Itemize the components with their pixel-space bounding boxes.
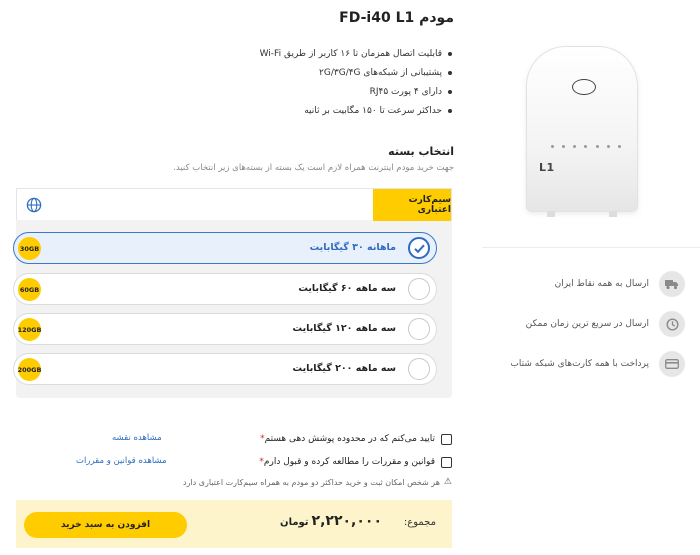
rules-agreement[interactable]: قوانین و مقررات را مطالعه کرده و قبول دا… bbox=[259, 454, 452, 470]
clock-icon bbox=[659, 311, 685, 337]
delivery-text: ارسال به همه نقاط ایران bbox=[554, 279, 649, 289]
divider bbox=[482, 247, 700, 248]
feature-item: دارای ۴ پورت RJ۴۵ bbox=[124, 83, 454, 102]
notice-text: هر شخص امکان ثبت و خرید حداکثر دو مودم ب… bbox=[182, 477, 440, 487]
checkout-bar: مجموع: ۲,۲۲۰,۰۰۰تومان افزودن به سبد خرید bbox=[16, 500, 452, 548]
coverage-text: تایید می‌کنم که در محدوده پوشش دهی هستم bbox=[264, 434, 435, 444]
package-label: سه ماهه ۲۰۰ گیگابایت bbox=[292, 363, 396, 374]
delivery-item: ارسال به همه نقاط ایران bbox=[500, 266, 685, 302]
warning-icon: ⚠ bbox=[443, 477, 452, 487]
add-to-cart-button[interactable]: افزودن به سبد خرید bbox=[24, 512, 187, 538]
model-mark: L1 bbox=[539, 161, 555, 174]
coverage-agreement[interactable]: تایید می‌کنم که در محدوده پوشش دهی هستم* bbox=[260, 431, 452, 447]
package-tabbar: سیم‌کارت اعتباری bbox=[16, 188, 452, 221]
view-rules-link[interactable]: مشاهده قوانین و مقررات bbox=[76, 456, 167, 466]
total-label: مجموع: bbox=[403, 517, 436, 528]
package-option[interactable]: سه ماهه ۱۲۰ گیگابایت 120GB bbox=[13, 313, 437, 345]
total-amount: ۲,۲۲۰,۰۰۰ bbox=[311, 513, 382, 529]
truck-icon bbox=[659, 271, 685, 297]
currency-label: تومان bbox=[280, 517, 309, 528]
purchase-limit-notice: ⚠ هر شخص امکان ثبت و خرید حداکثر دو مودم… bbox=[183, 477, 452, 487]
product-image: L1 bbox=[526, 46, 638, 217]
rules-text: قوانین و مقررات را مطالعه کرده و قبول دا… bbox=[263, 457, 435, 467]
product-title: مودم FD-i40 L1 bbox=[339, 10, 454, 26]
feature-list: قابلیت اتصال همزمان تا ۱۶ کاربر از طریق … bbox=[124, 45, 454, 121]
package-label: سه ماهه ۱۲۰ گیگابایت bbox=[292, 323, 396, 334]
status-leds bbox=[551, 145, 621, 148]
package-label: ماهانه ۳۰ گیگابایت bbox=[309, 242, 396, 253]
package-section-title: انتخاب بسته bbox=[388, 145, 454, 158]
delivery-item: ارسال در سریع ترین زمان ممکن bbox=[500, 306, 685, 342]
globe-icon[interactable] bbox=[26, 197, 42, 213]
brand-logo bbox=[572, 79, 596, 95]
radio-button[interactable] bbox=[408, 278, 430, 300]
delivery-item: پرداخت با همه کارت‌های شبکه شتاب bbox=[500, 346, 685, 382]
feature-item: قابلیت اتصال همزمان تا ۱۶ کاربر از طریق … bbox=[124, 45, 454, 64]
package-size-badge: 200GB bbox=[18, 358, 41, 381]
delivery-text: ارسال در سریع ترین زمان ممکن bbox=[525, 319, 649, 329]
package-size-badge: 30GB bbox=[18, 237, 41, 260]
view-map-link[interactable]: مشاهده نقشه bbox=[112, 433, 162, 443]
card-icon bbox=[659, 351, 685, 377]
package-option[interactable]: ماهانه ۳۰ گیگابایت 30GB bbox=[13, 232, 437, 264]
package-label: سه ماهه ۶۰ گیگابایت bbox=[298, 283, 396, 294]
package-option[interactable]: سه ماهه ۲۰۰ گیگابایت 200GB bbox=[13, 353, 437, 385]
tab-prepaid-sim[interactable]: سیم‌کارت اعتباری bbox=[373, 189, 451, 221]
check-icon bbox=[414, 244, 425, 254]
package-size-badge: 120GB bbox=[18, 318, 41, 341]
radio-button[interactable] bbox=[408, 318, 430, 340]
coverage-checkbox[interactable] bbox=[441, 433, 452, 445]
total-price: ۲,۲۲۰,۰۰۰تومان bbox=[280, 513, 382, 529]
feature-item: حداکثر سرعت تا ۱۵۰ مگابیت بر ثانیه bbox=[124, 102, 454, 121]
package-section-subtitle: جهت خرید مودم اینترنت همراه لازم است یک … bbox=[173, 163, 454, 173]
radio-button[interactable] bbox=[408, 358, 430, 380]
feature-item: پشتیبانی از شبکه‌های ۲G/۳G/۴G bbox=[124, 64, 454, 83]
radio-checked[interactable] bbox=[408, 237, 430, 259]
rules-checkbox[interactable] bbox=[441, 456, 452, 468]
delivery-text: پرداخت با همه کارت‌های شبکه شتاب bbox=[510, 359, 649, 369]
package-size-badge: 60GB bbox=[18, 278, 41, 301]
package-option[interactable]: سه ماهه ۶۰ گیگابایت 60GB bbox=[13, 273, 437, 305]
